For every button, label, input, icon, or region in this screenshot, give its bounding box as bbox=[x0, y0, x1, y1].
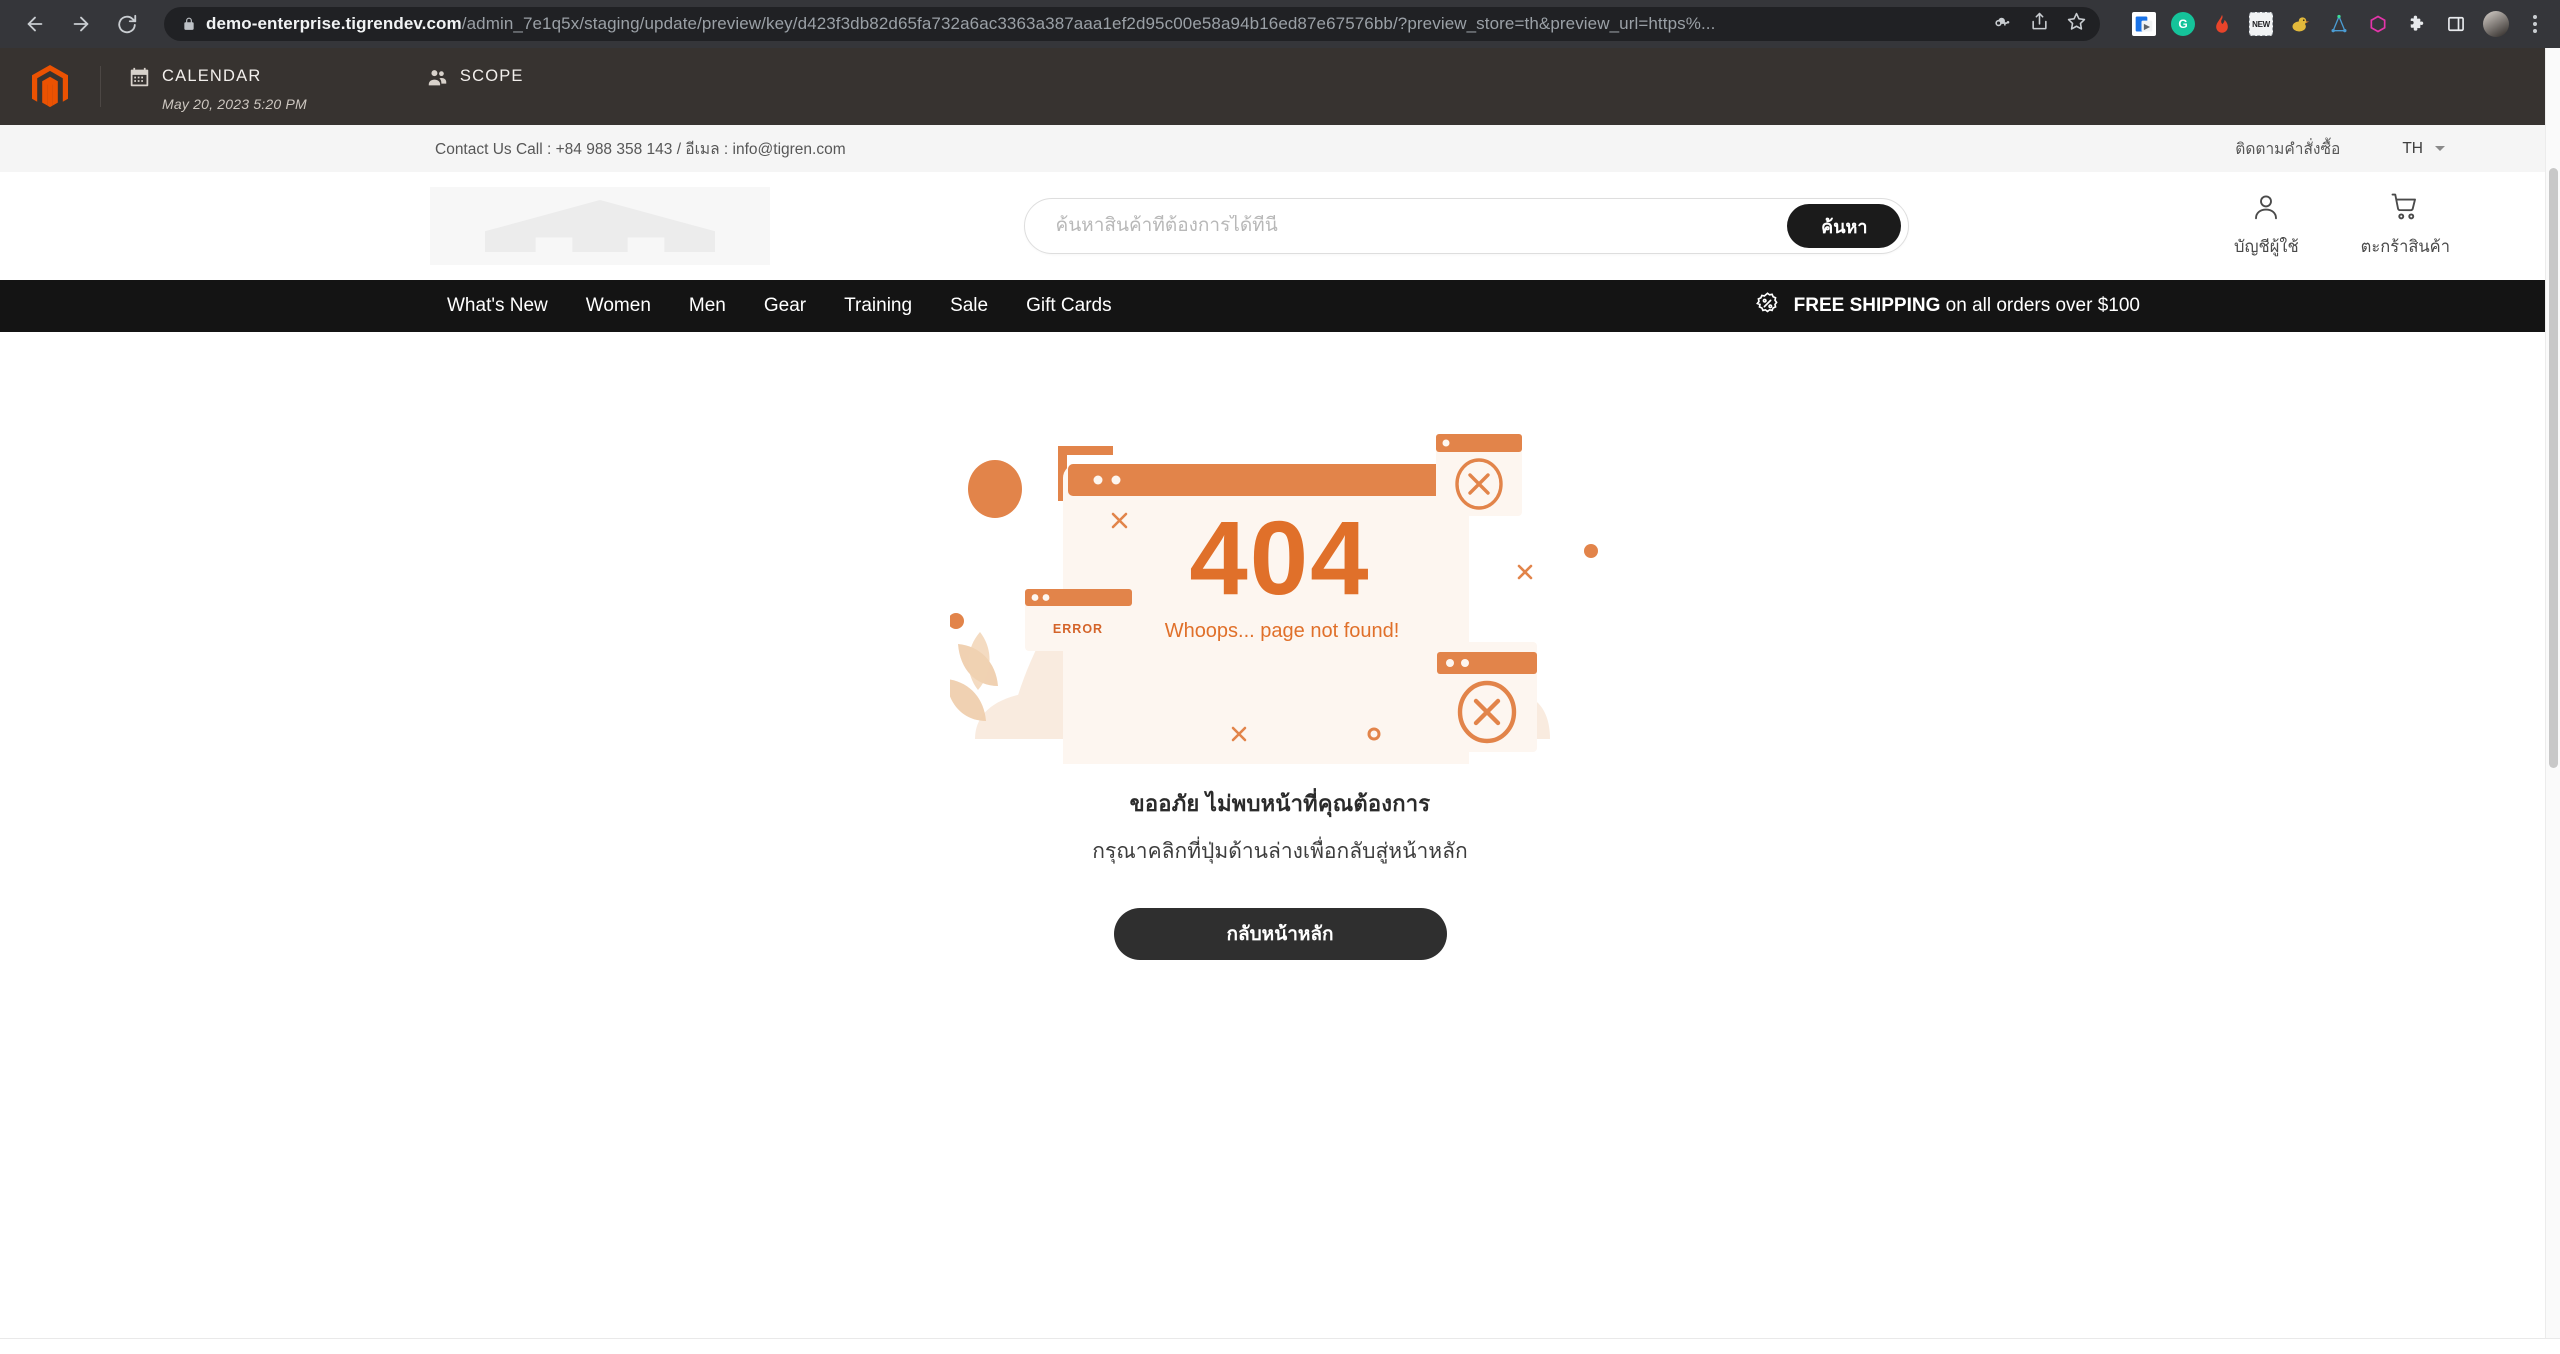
extension-toolbar: ▶ G NEW bbox=[2114, 11, 2546, 37]
cart-link[interactable]: ตะกร้าสินค้า bbox=[2361, 192, 2450, 260]
network-extension-icon[interactable] bbox=[2327, 12, 2351, 36]
account-label: บัญชีผู้ใช้ bbox=[2233, 238, 2299, 256]
store-topbar: Contact Us Call : +84 988 358 143 / อีเม… bbox=[0, 125, 2560, 172]
discount-badge-icon bbox=[1755, 291, 1780, 322]
search-form: ค้นหา bbox=[1024, 198, 1910, 254]
page-scrollbar[interactable] bbox=[2545, 48, 2560, 1354]
scrollbar-thumb[interactable] bbox=[2549, 168, 2558, 768]
forward-button[interactable] bbox=[60, 3, 102, 45]
nav-item-whats-new[interactable]: What's New bbox=[447, 295, 548, 317]
google-docs-extension-icon[interactable]: ▶ bbox=[2132, 12, 2156, 36]
cart-icon bbox=[2390, 192, 2420, 227]
error-content: 404 Whoops... page not found! ERROR ขออภ… bbox=[0, 332, 2560, 1354]
profile-avatar[interactable] bbox=[2483, 11, 2509, 37]
magento-logo[interactable] bbox=[0, 48, 100, 125]
url-path: /admin_7e1q5x/staging/update/preview/key… bbox=[461, 14, 1716, 33]
nav-item-men[interactable]: Men bbox=[689, 295, 726, 317]
star-icon[interactable] bbox=[2067, 12, 2086, 36]
search-input[interactable] bbox=[1055, 215, 1788, 237]
nav-item-gift-cards[interactable]: Gift Cards bbox=[1026, 295, 1112, 317]
admin-scope[interactable]: SCOPE bbox=[307, 48, 524, 125]
admin-calendar[interactable]: CALENDAR May 20, 2023 5:20 PM bbox=[101, 48, 307, 125]
language-selector[interactable]: TH bbox=[2402, 140, 2445, 158]
share-icon[interactable] bbox=[2030, 12, 2049, 36]
back-home-button[interactable]: กลับหน้าหลัก bbox=[1113, 908, 1447, 960]
fire-extension-icon[interactable] bbox=[2210, 12, 2234, 36]
admin-calendar-date: May 20, 2023 5:20 PM bbox=[162, 96, 307, 112]
contact-info: Contact Us Call : +84 988 358 143 / อีเม… bbox=[435, 141, 846, 158]
calendar-icon bbox=[129, 66, 150, 88]
puzzle-extension-icon[interactable] bbox=[2405, 12, 2429, 36]
magento-admin-bar: CALENDAR May 20, 2023 5:20 PM SCOPE bbox=[0, 48, 2560, 125]
store-header: ค้นหา บัญชีผู้ใช้ ตะกร้าสินค้า bbox=[0, 172, 2560, 280]
sidepanel-extension-icon[interactable] bbox=[2444, 12, 2468, 36]
store-logo-placeholder[interactable] bbox=[430, 187, 770, 265]
more-vertical-icon[interactable] bbox=[2524, 15, 2546, 33]
free-shipping-strong: FREE SHIPPING bbox=[1793, 295, 1941, 316]
graphql-extension-icon[interactable] bbox=[2366, 12, 2390, 36]
search-button[interactable]: ค้นหา bbox=[1787, 204, 1902, 248]
nav-item-sale[interactable]: Sale bbox=[950, 295, 988, 317]
nav-item-women[interactable]: Women bbox=[586, 295, 651, 317]
storefront: Contact Us Call : +84 988 358 143 / อีเม… bbox=[0, 125, 2560, 1354]
nav-links: What's New Women Men Gear Training Sale … bbox=[447, 295, 1112, 317]
key-icon[interactable] bbox=[1993, 12, 2012, 36]
admin-calendar-label: CALENDAR bbox=[162, 67, 262, 85]
admin-scope-label: SCOPE bbox=[459, 67, 524, 85]
new-badge-extension-icon[interactable]: NEW bbox=[2249, 12, 2273, 36]
browser-toolbar: demo-enterprise.tigrendev.com/admin_7e1q… bbox=[0, 0, 2560, 48]
grammarly-extension-icon[interactable]: G bbox=[2171, 12, 2195, 36]
track-order-link[interactable]: ติดตามคำสั่งซื้อ bbox=[2235, 136, 2340, 161]
bottom-strip bbox=[0, 1338, 2560, 1354]
users-icon bbox=[427, 66, 448, 88]
error-heading: ขออภัย ไม่พบหน้าที่คุณต้องการ bbox=[1129, 791, 1431, 816]
error-caption: Whoops... page not found! bbox=[1165, 620, 1400, 642]
reload-button[interactable] bbox=[106, 3, 148, 45]
free-shipping-note: FREE SHIPPING on all orders over $100 bbox=[1755, 291, 2140, 322]
language-label: TH bbox=[2402, 139, 2423, 157]
main-navigation: What's New Women Men Gear Training Sale … bbox=[0, 280, 2560, 332]
back-button[interactable] bbox=[14, 3, 56, 45]
user-icon bbox=[2251, 192, 2281, 227]
account-link[interactable]: บัญชีผู้ใช้ bbox=[2234, 192, 2299, 260]
nav-item-gear[interactable]: Gear bbox=[764, 295, 806, 317]
free-shipping-rest: on all orders over $100 bbox=[1945, 295, 2140, 316]
url-domain: demo-enterprise.tigrendev.com bbox=[206, 14, 462, 33]
error-code: 404 bbox=[1189, 500, 1370, 617]
url-text: demo-enterprise.tigrendev.com/admin_7e1q… bbox=[206, 14, 1983, 34]
cart-label: ตะกร้าสินค้า bbox=[2360, 238, 2450, 256]
header-actions: บัญชีผู้ใช้ ตะกร้าสินค้า bbox=[2164, 192, 2450, 260]
chevron-down-icon bbox=[2435, 146, 2445, 151]
error-tag: ERROR bbox=[1053, 622, 1103, 636]
duck-extension-icon[interactable] bbox=[2288, 12, 2312, 36]
nav-item-training[interactable]: Training bbox=[844, 295, 912, 317]
404-illustration: 404 Whoops... page not found! ERROR bbox=[950, 434, 1598, 764]
error-subheading: กรุณาคลิกที่ปุ่มด้านล่างเพื่อกลับสู่หน้า… bbox=[1092, 840, 1468, 863]
lock-icon bbox=[182, 17, 196, 31]
address-bar[interactable]: demo-enterprise.tigrendev.com/admin_7e1q… bbox=[164, 7, 2100, 41]
